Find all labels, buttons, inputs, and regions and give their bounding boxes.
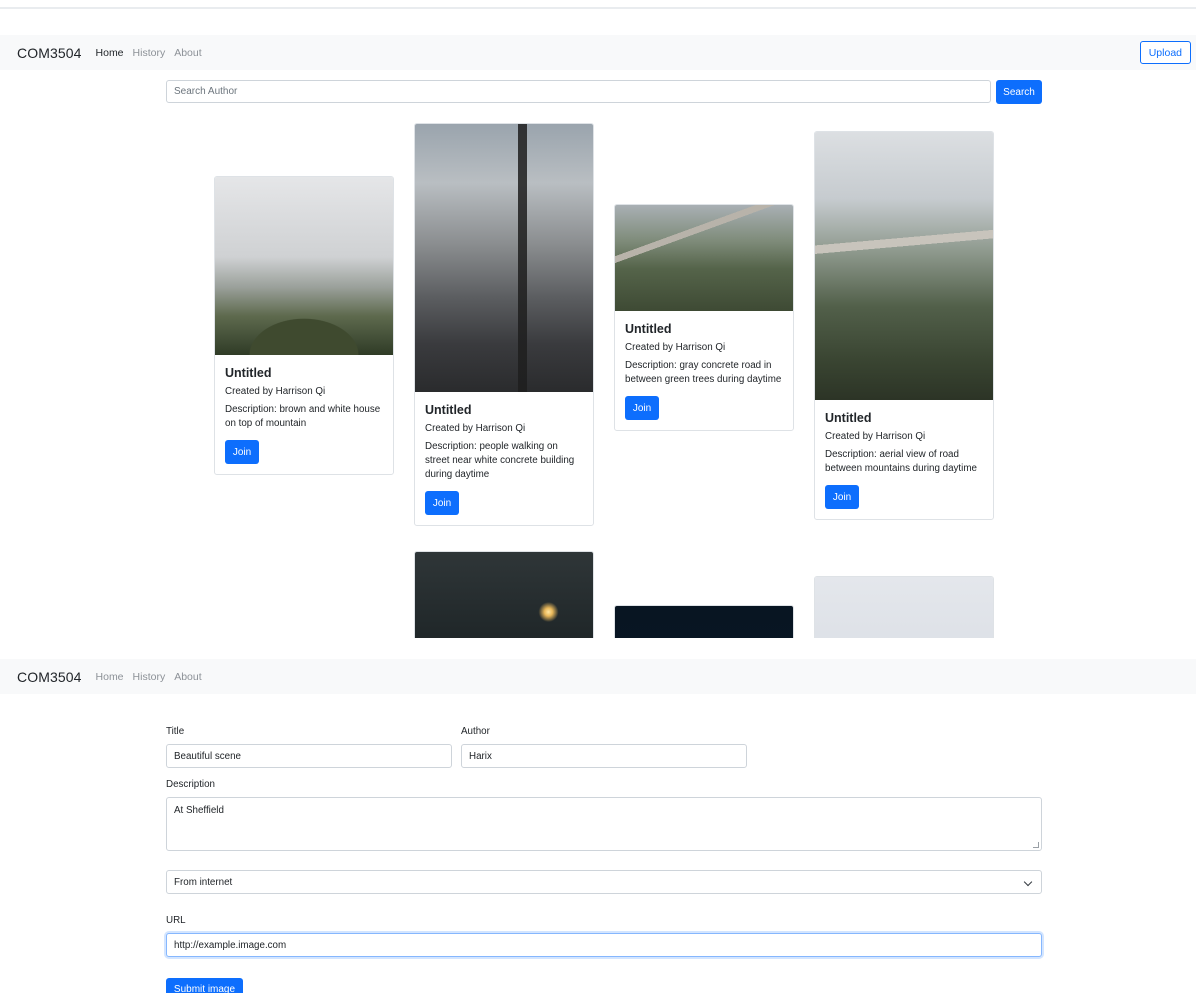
card-body: Untitled Created by Harrison Qi Descript… bbox=[415, 392, 593, 525]
card-image-night[interactable] bbox=[415, 552, 593, 638]
join-button[interactable]: Join bbox=[625, 396, 659, 420]
url-label: URL bbox=[166, 915, 186, 926]
image-card-grid: Untitled Created by Harrison Qi Descript… bbox=[0, 110, 1196, 638]
navbar-brand[interactable]: COM3504 bbox=[17, 45, 82, 61]
search-button[interactable]: Search bbox=[996, 80, 1042, 104]
card-image-city-street[interactable] bbox=[415, 124, 593, 392]
description-label: Description bbox=[166, 779, 216, 790]
image-card[interactable]: Untitled Created by Harrison Qi Descript… bbox=[214, 176, 394, 475]
card-image-mountain[interactable] bbox=[215, 177, 393, 355]
description-value: At Sheffield bbox=[174, 805, 224, 816]
upload-button[interactable]: Upload bbox=[1139, 41, 1191, 64]
card-body: Untitled Created by Harrison Qi Descript… bbox=[815, 400, 993, 519]
card-description: Description: aerial view of road between… bbox=[825, 449, 977, 474]
image-card[interactable] bbox=[814, 576, 994, 638]
top-divider bbox=[0, 7, 1196, 9]
card-image-road[interactable] bbox=[615, 205, 793, 311]
nav-link-about[interactable]: About bbox=[174, 671, 201, 683]
card-image-valley-road[interactable] bbox=[815, 132, 993, 400]
image-card[interactable] bbox=[414, 551, 594, 638]
card-title: Untitled bbox=[425, 403, 472, 417]
nav-link-history[interactable]: History bbox=[133, 671, 166, 683]
card-image-dark[interactable] bbox=[615, 606, 793, 638]
nav-link-home[interactable]: Home bbox=[96, 47, 124, 59]
card-description: Description: brown and white house on to… bbox=[225, 404, 381, 429]
nav-link-history[interactable]: History bbox=[133, 47, 166, 59]
image-card[interactable]: Untitled Created by Harrison Qi Descript… bbox=[814, 131, 994, 520]
url-input[interactable]: http://example.image.com bbox=[166, 933, 1042, 957]
search-author-input[interactable]: Search Author bbox=[166, 80, 991, 103]
card-title: Untitled bbox=[625, 322, 672, 336]
upload-page-navbar: COM3504 Home History About bbox=[0, 659, 1196, 694]
image-source-selected: From internet bbox=[174, 876, 233, 888]
image-source-select[interactable]: From internet bbox=[166, 870, 1042, 894]
join-button[interactable]: Join bbox=[825, 485, 859, 509]
card-title: Untitled bbox=[825, 411, 872, 425]
card-title: Untitled bbox=[225, 366, 272, 380]
chevron-down-icon bbox=[1023, 877, 1033, 887]
author-input[interactable]: Harix bbox=[461, 744, 747, 768]
nav-link-about[interactable]: About bbox=[174, 47, 201, 59]
title-input[interactable]: Beautiful scene bbox=[166, 744, 452, 768]
image-card[interactable]: Untitled Created by Harrison Qi Descript… bbox=[414, 123, 594, 526]
author-search-bar: Search Author Search bbox=[166, 80, 1042, 104]
main-navbar: COM3504 Home History About Upload bbox=[0, 35, 1196, 70]
card-creator: Created by Harrison Qi bbox=[625, 342, 726, 353]
title-label: Title bbox=[166, 726, 185, 737]
card-image-fog[interactable] bbox=[815, 577, 993, 638]
navbar-brand[interactable]: COM3504 bbox=[17, 669, 82, 685]
card-description: Description: gray concrete road in betwe… bbox=[625, 360, 782, 385]
card-creator: Created by Harrison Qi bbox=[225, 386, 326, 397]
join-button[interactable]: Join bbox=[225, 440, 259, 464]
image-card[interactable] bbox=[614, 605, 794, 638]
image-card[interactable]: Untitled Created by Harrison Qi Descript… bbox=[614, 204, 794, 431]
description-textarea[interactable]: At Sheffield bbox=[166, 797, 1042, 851]
card-creator: Created by Harrison Qi bbox=[425, 423, 526, 434]
submit-image-button[interactable]: Submit image bbox=[166, 978, 243, 993]
card-body: Untitled Created by Harrison Qi Descript… bbox=[215, 355, 393, 474]
nav-link-home[interactable]: Home bbox=[96, 671, 124, 683]
author-label: Author bbox=[461, 726, 490, 737]
resize-handle-icon[interactable] bbox=[1033, 842, 1039, 848]
card-creator: Created by Harrison Qi bbox=[825, 431, 926, 442]
card-description: Description: people walking on street ne… bbox=[425, 441, 575, 480]
join-button[interactable]: Join bbox=[425, 491, 459, 515]
card-body: Untitled Created by Harrison Qi Descript… bbox=[615, 311, 793, 430]
